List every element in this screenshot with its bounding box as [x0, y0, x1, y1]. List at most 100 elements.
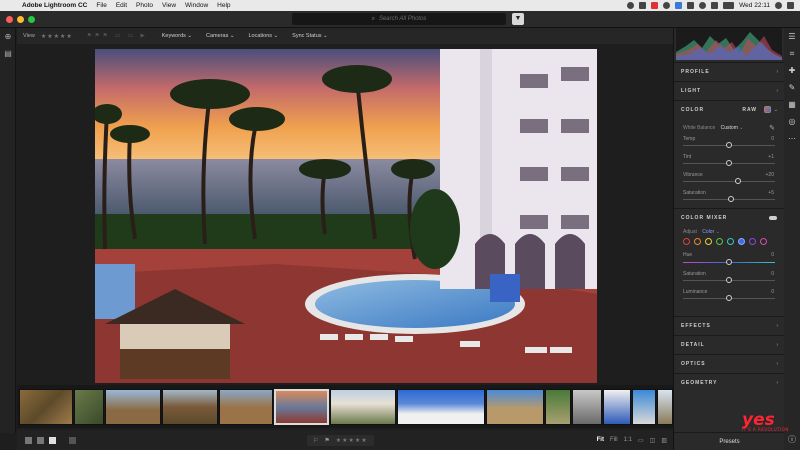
section-light[interactable]: LIGHT ›: [674, 81, 785, 99]
sync-status-dropdown[interactable]: Sync Status ⌄: [292, 33, 328, 39]
square-grid-icon[interactable]: [37, 436, 44, 444]
filmstrip-thumb[interactable]: [657, 389, 673, 425]
filmstrip-thumb-selected[interactable]: [274, 389, 329, 425]
adjust-row[interactable]: Adjust Color ⌄: [683, 229, 720, 235]
presets-button[interactable]: Presets: [674, 432, 785, 450]
sort-icon[interactable]: [69, 436, 76, 444]
mixer-saturation-slider[interactable]: [683, 277, 775, 283]
status-icon[interactable]: [687, 2, 695, 9]
menu-view[interactable]: View: [162, 2, 176, 9]
saturation-slider[interactable]: [683, 196, 775, 202]
section-color-mixer[interactable]: COLOR MIXER: [674, 208, 785, 226]
view-label[interactable]: View: [23, 33, 35, 39]
color-swatch[interactable]: [749, 238, 756, 245]
flag-filter[interactable]: ⚑⚑⚑ ▭ ▭ ▶: [87, 33, 148, 39]
section-optics[interactable]: OPTICS ›: [674, 354, 785, 372]
toggle-switch-icon[interactable]: [769, 215, 777, 220]
battery-icon[interactable]: [723, 2, 735, 9]
close-button[interactable]: [6, 16, 13, 23]
eyedropper-icon[interactable]: ✎: [769, 124, 775, 132]
filmstrip-thumb[interactable]: [632, 389, 656, 425]
zoom-fill[interactable]: Fill: [610, 437, 618, 443]
search-icon[interactable]: [775, 2, 782, 9]
rating-filter[interactable]: ★★★★★: [41, 33, 73, 40]
color-swatch[interactable]: [683, 238, 690, 245]
panel-toggle-icon[interactable]: ▥: [661, 437, 667, 444]
filmstrip-thumb[interactable]: [572, 389, 602, 425]
menu-photo[interactable]: Photo: [136, 2, 153, 9]
cameras-dropdown[interactable]: Cameras ⌄: [206, 33, 234, 39]
white-balance-row[interactable]: White Balance Custom ⌄: [683, 125, 743, 131]
compare-icon[interactable]: ▭: [638, 437, 644, 444]
luminance-slider[interactable]: [683, 295, 775, 301]
section-geometry[interactable]: GEOMETRY ›: [674, 373, 785, 391]
white-balance-value[interactable]: Custom: [721, 125, 738, 131]
flag-pick-icon[interactable]: ⚐: [313, 437, 318, 444]
color-swatch[interactable]: [727, 238, 734, 245]
tint-slider[interactable]: [683, 160, 775, 166]
menu-edit[interactable]: Edit: [116, 2, 127, 9]
search-input[interactable]: ⌕ Search All Photos: [292, 13, 506, 25]
zoom-button[interactable]: [28, 16, 35, 23]
adjust-value[interactable]: Color: [702, 229, 714, 235]
filmstrip-thumb[interactable]: [19, 389, 73, 425]
locations-dropdown[interactable]: Locations ⌄: [248, 33, 278, 39]
volume-icon[interactable]: [711, 2, 719, 9]
status-icon[interactable]: [675, 2, 683, 9]
filmstrip-thumb[interactable]: [330, 389, 396, 425]
info-icon[interactable]: ⓘ: [788, 436, 796, 444]
status-icon[interactable]: [639, 2, 647, 9]
bw-toggle-icon[interactable]: [764, 106, 771, 113]
menu-file[interactable]: File: [96, 2, 106, 9]
temp-slider[interactable]: [683, 142, 775, 148]
wifi-icon[interactable]: [699, 2, 707, 9]
status-icon[interactable]: [663, 2, 671, 9]
library-icon[interactable]: ▤: [4, 50, 12, 58]
color-swatch[interactable]: [760, 238, 767, 245]
radial-gradient-icon[interactable]: ◎: [788, 118, 796, 126]
minimize-button[interactable]: [17, 16, 24, 23]
filmstrip-thumb[interactable]: [603, 389, 631, 425]
color-swatch[interactable]: [705, 238, 712, 245]
menu-window[interactable]: Window: [185, 2, 208, 9]
status-icon[interactable]: [651, 2, 659, 9]
color-swatch[interactable]: [716, 238, 723, 245]
filmstrip-thumb[interactable]: [397, 389, 485, 425]
status-icon[interactable]: [627, 2, 635, 9]
filter-button[interactable]: ▼: [512, 13, 524, 25]
rating-stars[interactable]: ★★★★★: [336, 437, 368, 444]
grid-view-icon[interactable]: [25, 436, 32, 444]
detail-view-icon[interactable]: [49, 436, 56, 444]
flag-reject-icon[interactable]: ⚑: [324, 437, 329, 444]
section-effects[interactable]: EFFECTS ›: [674, 316, 785, 334]
filmstrip-thumb[interactable]: [74, 389, 104, 425]
crop-icon[interactable]: ⌗: [788, 50, 796, 58]
add-photos-icon[interactable]: ⊕: [4, 33, 12, 41]
section-detail[interactable]: DETAIL ›: [674, 335, 785, 353]
menu-list-icon[interactable]: [787, 2, 794, 9]
zoom-1to1[interactable]: 1:1: [624, 437, 632, 443]
section-profile[interactable]: PROFILE ›: [674, 62, 785, 80]
main-photo[interactable]: [95, 49, 597, 383]
color-swatch[interactable]: [694, 238, 701, 245]
filmstrip-thumb[interactable]: [486, 389, 544, 425]
split-view-icon[interactable]: ◫: [650, 437, 656, 444]
edit-sliders-icon[interactable]: ☰: [788, 33, 796, 41]
keywords-dropdown[interactable]: Keywords ⌄: [162, 33, 192, 39]
hue-slider[interactable]: [683, 259, 775, 265]
filmstrip-thumb[interactable]: [545, 389, 571, 425]
linear-gradient-icon[interactable]: ▦: [788, 101, 796, 109]
vibrance-slider[interactable]: [683, 178, 775, 184]
more-icon[interactable]: ⋯: [788, 135, 796, 143]
healing-brush-icon[interactable]: ✚: [788, 67, 796, 75]
menu-help[interactable]: Help: [217, 2, 230, 9]
filmstrip-thumb[interactable]: [162, 389, 218, 425]
color-swatch[interactable]: [738, 238, 745, 245]
brush-icon[interactable]: ✎: [788, 84, 796, 92]
filmstrip-thumb[interactable]: [219, 389, 273, 425]
zoom-fit[interactable]: Fit: [597, 437, 604, 443]
clock[interactable]: Wed 22:11: [739, 2, 770, 9]
section-color[interactable]: COLOR RAW ⌄: [674, 100, 785, 118]
filmstrip-thumb[interactable]: [105, 389, 161, 425]
app-menu[interactable]: Adobe Lightroom CC: [22, 2, 87, 9]
